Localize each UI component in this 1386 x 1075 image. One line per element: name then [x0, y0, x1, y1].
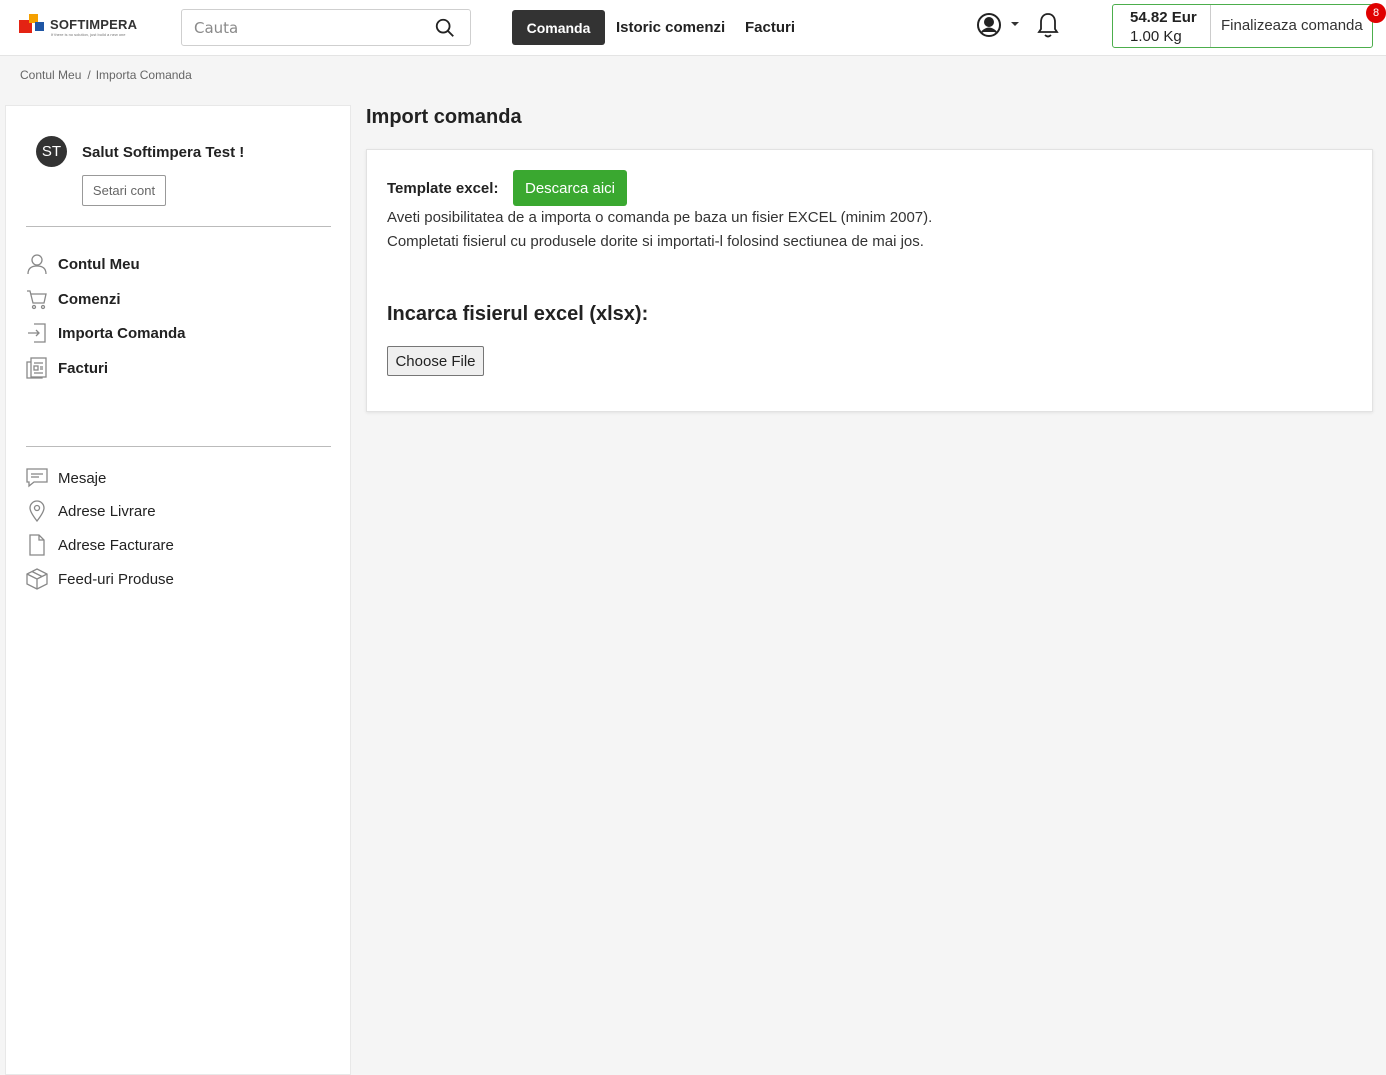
breadcrumb-importa-comanda: Importa Comanda: [95, 68, 192, 82]
search-input[interactable]: [182, 10, 422, 45]
document-icon: [29, 534, 45, 556]
sidebar-item-label: Facturi: [58, 359, 109, 377]
sidebar-item-label: Contul Meu: [58, 255, 140, 273]
breadcrumb-separator: /: [87, 68, 91, 82]
bell-icon[interactable]: [1036, 11, 1060, 39]
message-icon: [26, 468, 48, 488]
sidebar-divider: [26, 446, 331, 447]
softimpera-logo[interactable]: SOFTIMPERA If there is no solution, just…: [19, 12, 144, 40]
cart-icon: [27, 290, 47, 310]
breadcrumb: Contul Meu / Importa Comanda: [20, 68, 196, 82]
logo-tagline: If there is no solution, just build a ne…: [51, 32, 126, 37]
cart-weight: 1.00 Kg: [1130, 28, 1182, 45]
box-icon: [26, 568, 48, 590]
sidebar-item-adrese-livrare[interactable]: Adrese Livrare: [26, 498, 156, 524]
sidebar-item-label: Importa Comanda: [58, 324, 186, 342]
description-line-1: Aveti posibilitatea de a importa o coman…: [387, 209, 933, 226]
cart-price: 54.82 Eur: [1130, 9, 1197, 26]
sidebar-item-label: Feed-uri Produse: [58, 570, 174, 588]
avatar: ST: [36, 136, 67, 167]
nav-facturi[interactable]: Facturi: [745, 10, 795, 45]
import-icon: [28, 323, 46, 343]
cart-count-badge: 8: [1366, 3, 1386, 23]
user-icon: [27, 254, 47, 275]
chevron-down-icon[interactable]: [1011, 22, 1019, 26]
sidebar-item-importa-comanda[interactable]: Importa Comanda: [26, 320, 186, 346]
account-icon[interactable]: [976, 12, 1002, 38]
template-label: Template excel:: [387, 180, 499, 197]
nav-istoric-comenzi[interactable]: Istoric comenzi: [616, 10, 725, 45]
sidebar-item-mesaje[interactable]: Mesaje: [26, 465, 106, 491]
search-icon[interactable]: [434, 17, 456, 39]
choose-file-button[interactable]: Choose File: [387, 346, 484, 376]
sidebar-item-label: Comenzi: [58, 290, 121, 308]
sidebar-item-label: Adrese Facturare: [58, 536, 174, 554]
sidebar-divider: [26, 226, 331, 227]
cart-summary[interactable]: 54.82 Eur 1.00 Kg Finalizeaza comanda: [1112, 4, 1373, 48]
account-sidebar: ST Salut Softimpera Test ! Setari cont C…: [5, 105, 351, 1075]
upload-title: Incarca fisierul excel (xlsx):: [387, 303, 649, 325]
sidebar-item-comenzi[interactable]: Comenzi: [26, 286, 121, 312]
location-icon: [29, 500, 45, 522]
finalize-order-button[interactable]: Finalizeaza comanda: [1221, 17, 1363, 34]
logo-text: SOFTIMPERA: [50, 17, 138, 32]
sidebar-item-feed-uri-produse[interactable]: Feed-uri Produse: [26, 566, 174, 592]
invoice-icon: [26, 357, 47, 379]
greeting: Salut Softimpera Test !: [82, 144, 245, 161]
cart-separator: [1210, 5, 1211, 47]
breadcrumb-contul-meu[interactable]: Contul Meu: [20, 68, 81, 82]
import-card: Template excel: Descarca aici Aveti posi…: [366, 149, 1373, 412]
top-header: SOFTIMPERA If there is no solution, just…: [0, 0, 1386, 56]
description-line-2: Completati fisierul cu produsele dorite …: [387, 233, 924, 250]
download-template-button[interactable]: Descarca aici: [513, 170, 627, 206]
sidebar-item-adrese-facturare[interactable]: Adrese Facturare: [26, 532, 174, 558]
nav-comanda[interactable]: Comanda: [512, 10, 605, 45]
sidebar-item-facturi[interactable]: Facturi: [26, 355, 108, 381]
logo-blue-square: [35, 22, 44, 31]
sidebar-item-label: Mesaje: [58, 469, 107, 487]
page-title: Import comanda: [366, 106, 522, 128]
account-settings-button[interactable]: Setari cont: [82, 175, 166, 206]
sidebar-item-contul-meu[interactable]: Contul Meu: [26, 251, 140, 277]
search-box: [181, 9, 471, 46]
sidebar-item-label: Adrese Livrare: [58, 502, 156, 520]
